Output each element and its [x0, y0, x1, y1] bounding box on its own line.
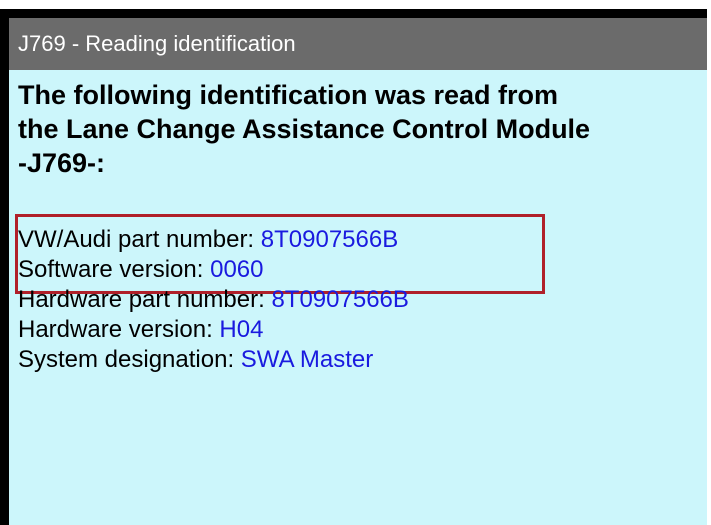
message-line-3: -J769-: — [18, 148, 106, 178]
row-label: Software version: — [18, 256, 204, 283]
software-version-value: 0060 — [210, 256, 264, 283]
content-panel: The following identification was read fr… — [9, 70, 707, 525]
diagnostic-window: J769 - Reading identification The follow… — [0, 0, 711, 525]
row-label: VW/Audi part number: — [18, 226, 255, 253]
message-line-1: The following identification was read fr… — [18, 80, 559, 110]
hardware-part-number-row: Hardware part number: 8T0907566B — [18, 285, 698, 315]
identification-list: VW/Audi part number: 8T0907566B Software… — [18, 225, 698, 375]
system-designation-value: SWA Master — [240, 346, 374, 373]
part-number-value: 8T0907566B — [260, 226, 399, 253]
window-title: J769 - Reading identification — [9, 18, 707, 70]
row-label: Hardware part number: — [18, 286, 265, 313]
software-version-row: Software version: 0060 — [18, 255, 698, 285]
row-label: Hardware version: — [18, 316, 213, 343]
system-designation-row: System designation: SWA Master — [18, 345, 698, 375]
row-label: System designation: — [18, 346, 235, 373]
hardware-version-row: Hardware version: H04 — [18, 315, 698, 345]
identification-message: The following identification was read fr… — [18, 78, 698, 180]
message-line-2: the Lane Change Assistance Control Modul… — [18, 114, 591, 144]
part-number-row: VW/Audi part number: 8T0907566B — [18, 225, 698, 255]
hardware-version-value: H04 — [219, 316, 264, 343]
hardware-part-number-value: 8T0907566B — [271, 286, 409, 313]
